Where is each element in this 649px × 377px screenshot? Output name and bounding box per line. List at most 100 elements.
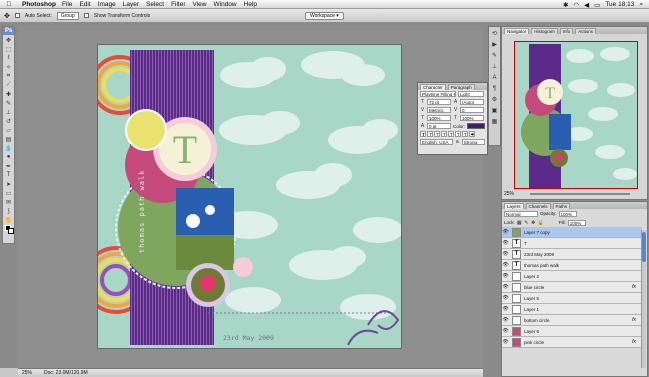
layer-row[interactable]: 👁 bottom circle fx [502, 315, 642, 326]
auto-select-dropdown[interactable]: Group [56, 11, 79, 20]
layer-row[interactable]: 👁 T T [502, 238, 642, 249]
actions-panel-icon[interactable]: ▶ [489, 40, 500, 49]
navigator-zoom-slider[interactable] [530, 193, 630, 195]
underline-button[interactable]: T [462, 131, 468, 137]
menu-image[interactable]: Image [98, 1, 116, 8]
vertical-scale-field[interactable]: 100% [427, 115, 451, 121]
visibility-eye-icon[interactable]: 👁 [502, 251, 509, 257]
superscript-button[interactable]: T¹ [448, 131, 454, 137]
marquee-tool-icon[interactable]: ⬚ [3, 45, 14, 53]
visibility-eye-icon[interactable]: 👁 [502, 229, 509, 235]
type-tool-icon[interactable]: T [3, 171, 14, 179]
eyedropper-icon[interactable]: ⟆ [3, 207, 14, 215]
leading-field[interactable]: (Auto) [460, 99, 484, 105]
clock[interactable]: Tue 18:13 [605, 1, 634, 8]
character-panel-icon[interactable]: A [489, 73, 500, 82]
navigator-zoom-value[interactable]: 25% [504, 191, 514, 197]
zoom-field[interactable]: 25% [22, 370, 32, 376]
lock-pixels-icon[interactable]: ✎ [524, 220, 529, 226]
eraser-tool-icon[interactable]: ▱ [3, 126, 14, 134]
brush-tool-icon[interactable]: ✎ [3, 99, 14, 107]
language-select[interactable]: English: USA [420, 139, 453, 145]
tab-paths[interactable]: Paths [552, 203, 571, 209]
menu-help[interactable]: Help [244, 1, 257, 8]
transform-controls-checkbox[interactable] [83, 13, 89, 18]
magic-wand-icon[interactable]: ✧ [3, 63, 14, 71]
visibility-eye-icon[interactable]: 👁 [502, 317, 509, 323]
visibility-eye-icon[interactable]: 👁 [502, 273, 509, 279]
layer-row[interactable]: 👁 T 23rd May 2009 [502, 249, 642, 260]
tab-channels[interactable]: Channels [525, 203, 551, 209]
tool-presets-icon[interactable]: ⚙ [489, 95, 500, 104]
wifi-icon[interactable]: ◠ [574, 1, 580, 9]
healing-brush-icon[interactable]: ✚ [3, 90, 14, 98]
blend-mode-select[interactable]: Normal [504, 210, 538, 217]
swatches-panel-icon[interactable]: ▦ [489, 117, 500, 126]
paragraph-panel-icon[interactable]: ¶ [489, 84, 500, 93]
lock-transparency-icon[interactable]: ▦ [517, 220, 522, 226]
tab-actions[interactable]: Actions [575, 28, 597, 34]
menu-view[interactable]: View [193, 1, 207, 8]
dodge-tool-icon[interactable]: ● [3, 153, 14, 161]
tab-layers[interactable]: Layers [504, 203, 524, 209]
navigator-preview[interactable]: T [514, 41, 638, 189]
horizontal-scale-field[interactable]: 100% [460, 115, 484, 121]
apple-menu-icon[interactable]:  [4, 1, 14, 8]
font-style-select[interactable]: Light [458, 91, 484, 97]
background-color-swatch[interactable] [8, 228, 14, 234]
tracking-field[interactable]: 0 [460, 107, 484, 113]
slice-tool-icon[interactable]: ⟋ [3, 81, 14, 89]
text-color-swatch[interactable] [467, 123, 486, 129]
visibility-eye-icon[interactable]: 👁 [502, 284, 509, 290]
clone-stamp-icon[interactable]: ⊥ [3, 108, 14, 116]
lock-position-icon[interactable]: ✥ [531, 220, 536, 226]
strikethrough-button[interactable]: T [469, 131, 475, 137]
layer-effects-icon[interactable]: fx [632, 317, 636, 323]
fill-field[interactable]: 100% [567, 219, 586, 226]
spotlight-icon[interactable]: ⌕ [639, 1, 643, 9]
all-caps-button[interactable]: TT [434, 131, 440, 137]
layer-effects-icon[interactable]: fx [632, 339, 636, 345]
blur-tool-icon[interactable]: 💧 [3, 144, 14, 152]
visibility-eye-icon[interactable]: 👁 [502, 262, 509, 268]
kerning-field[interactable]: Metrics [427, 107, 451, 113]
move-tool-icon[interactable]: ✥ [4, 12, 10, 20]
menu-edit[interactable]: Edit [79, 1, 90, 8]
layers-scrollbar[interactable] [641, 230, 646, 368]
tab-info[interactable]: Info [559, 28, 574, 34]
lock-all-icon[interactable]: 🔒 [538, 220, 544, 226]
auto-select-checkbox[interactable] [14, 13, 20, 18]
layer-row[interactable]: 👁 pink circle fx [502, 337, 642, 348]
baseline-shift-field[interactable]: 0 pt [427, 123, 451, 129]
shape-tool-icon[interactable]: ▭ [3, 189, 14, 197]
font-size-field[interactable]: 72 pt [427, 99, 451, 105]
layer-row[interactable]: 👁 Layer 6 [502, 326, 642, 337]
history-brush-icon[interactable]: ↺ [3, 117, 14, 125]
visibility-eye-icon[interactable]: 👁 [502, 339, 509, 345]
menu-file[interactable]: File [62, 1, 72, 8]
clone-source-icon[interactable]: ⊥ [489, 62, 500, 71]
small-caps-button[interactable]: Tt [441, 131, 447, 137]
font-family-select[interactable]: Playtime Filling MT [420, 91, 456, 97]
tab-navigator[interactable]: Navigator [504, 28, 530, 34]
layer-row[interactable]: 👁 Tthomas path walk [502, 260, 642, 271]
bluetooth-icon[interactable]: ✱ [563, 1, 568, 9]
layer-row[interactable]: 👁 Layer 2 [502, 271, 642, 282]
lasso-tool-icon[interactable]: ℓ [3, 54, 14, 62]
document-canvas[interactable]: T thomas path walk 23rd May 2009 [97, 44, 402, 349]
subscript-button[interactable]: T₁ [455, 131, 461, 137]
layer-row[interactable]: 👁 blue circle fx [502, 282, 642, 293]
visibility-eye-icon[interactable]: 👁 [502, 240, 509, 246]
notes-tool-icon[interactable]: ✉ [3, 198, 14, 206]
move-tool-icon[interactable]: ✥ [3, 36, 14, 44]
history-panel-icon[interactable]: ⟲ [489, 29, 500, 38]
menu-select[interactable]: Select [146, 1, 164, 8]
menu-layer[interactable]: Layer [123, 1, 139, 8]
tab-paragraph[interactable]: Paragraph [447, 84, 475, 90]
visibility-eye-icon[interactable]: 👁 [502, 295, 509, 301]
hand-tool-icon[interactable]: ✋ [3, 216, 14, 224]
brushes-panel-icon[interactable]: ✎ [489, 51, 500, 60]
pen-tool-icon[interactable]: ✒ [3, 162, 14, 170]
battery-icon[interactable]: ▭ [594, 1, 600, 9]
anti-alias-select[interactable]: Strong [461, 139, 485, 145]
